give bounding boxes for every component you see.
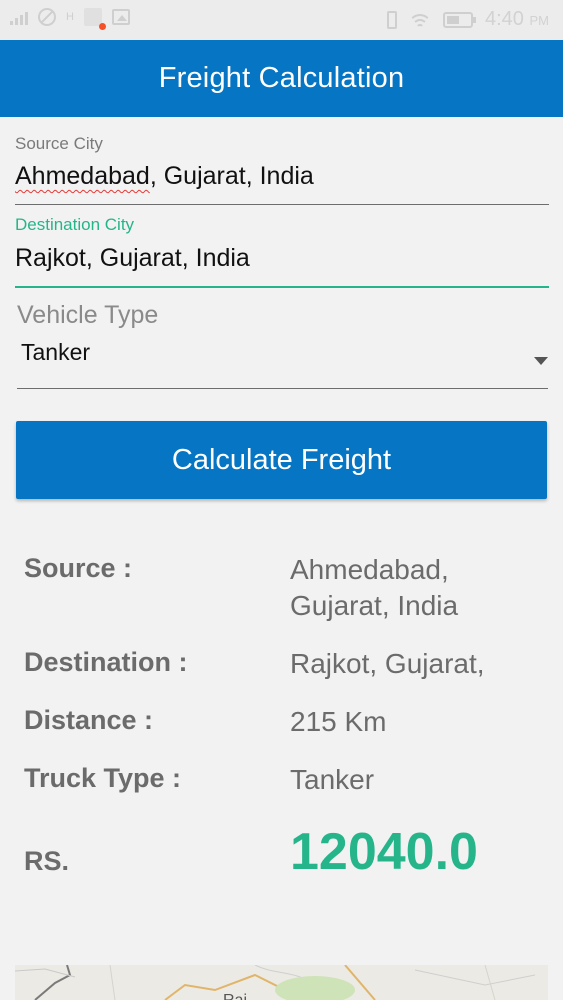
result-destination-value: Rajkot, Gujarat,	[290, 648, 485, 679]
wifi-icon	[409, 12, 431, 28]
misspelled-word: Ahmedabad	[15, 162, 150, 190]
source-city-underline	[15, 204, 549, 205]
result-price-value: 12040.0	[290, 823, 478, 881]
result-source-value: Ahmedabad, Gujarat, India	[290, 554, 459, 621]
result-distance-label: Distance :	[24, 705, 154, 735]
result-truck-type-label: Truck Type :	[24, 763, 182, 793]
destination-city-underline	[15, 286, 549, 288]
app-title-bar: Freight Calculation	[0, 40, 563, 117]
signal-icon	[10, 9, 28, 25]
vehicle-type-dropdown[interactable]: Tanker	[17, 333, 548, 373]
clock: 4:40 PM	[485, 8, 549, 30]
phone-icon	[387, 10, 397, 29]
battery-icon	[443, 11, 476, 28]
vehicle-type-underline	[17, 388, 548, 389]
result-price-label: RS.	[24, 846, 70, 876]
vehicle-type-value: Tanker	[21, 339, 91, 365]
page-title: Freight Calculation	[158, 62, 405, 94]
source-city-input[interactable]: Ahmedabad, Gujarat, India	[15, 162, 545, 191]
dropdown-arrow-icon	[534, 357, 548, 365]
vehicle-type-label: Vehicle Type	[17, 301, 159, 329]
network-label: H	[66, 11, 74, 23]
result-destination-label: Destination :	[24, 647, 188, 677]
route-map[interactable]: Raj	[15, 965, 548, 1000]
calculate-freight-button[interactable]: Calculate Freight	[16, 421, 547, 499]
map-label: Raj	[223, 992, 247, 1000]
result-truck-type-value: Tanker	[290, 764, 375, 795]
notification-icon	[83, 8, 106, 30]
result-source-label: Source :	[24, 553, 133, 583]
destination-city-input[interactable]: Rajkot, Gujarat, India	[15, 244, 545, 273]
source-city-label: Source City	[15, 134, 103, 153]
image-icon	[111, 9, 130, 25]
blocked-icon	[38, 8, 56, 26]
destination-city-label: Destination City	[15, 215, 135, 234]
status-bar: H 4:40 PM	[0, 0, 563, 40]
result-distance-value: 215 Km	[290, 706, 387, 737]
